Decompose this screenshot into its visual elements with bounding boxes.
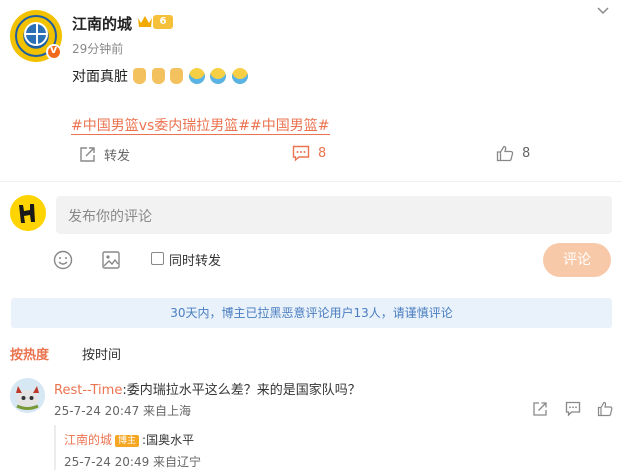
thumbs-up-emoji-icon bbox=[151, 68, 165, 84]
emoji-icon[interactable] bbox=[53, 250, 73, 270]
verified-badge-icon bbox=[46, 43, 62, 60]
image-icon[interactable] bbox=[101, 250, 121, 270]
my-avatar[interactable] bbox=[10, 195, 46, 231]
repost-checkbox-label[interactable]: 同时转发 bbox=[169, 250, 221, 269]
chevron-down-icon[interactable] bbox=[596, 4, 610, 18]
thumbs-up-emoji-icon bbox=[133, 68, 147, 84]
doge-emoji-icon bbox=[231, 68, 248, 84]
commenter-avatar[interactable] bbox=[10, 378, 45, 413]
comment-input[interactable]: 发布你的评论 bbox=[56, 196, 612, 234]
thumbs-up-emoji-icon bbox=[170, 68, 184, 84]
reply-icon[interactable] bbox=[565, 401, 581, 417]
post-body: 对面真脏 bbox=[72, 69, 128, 85]
comment-button[interactable]: 8 bbox=[292, 145, 326, 162]
comment-text: :委内瑞拉水平这么差？来的是国家队吗？ bbox=[122, 383, 361, 398]
author-badge: 博主 bbox=[115, 435, 140, 447]
share-label: 转发 bbox=[104, 149, 131, 164]
comment-icon bbox=[292, 145, 310, 162]
post-time[interactable]: 29分钟前 bbox=[72, 40, 123, 57]
divider bbox=[0, 181, 622, 182]
hashtags: #中国男篮vs委内瑞拉男篮##中国男篮# bbox=[71, 115, 330, 135]
sort-by-time-tab[interactable]: 按时间 bbox=[82, 344, 121, 363]
reply-text: :国奥水平 bbox=[142, 433, 195, 447]
reply-meta: 25-7-24 20:49 来自辽宁 bbox=[64, 455, 202, 469]
vip-level-badge: 6 bbox=[153, 15, 173, 29]
like-button[interactable]: 8 bbox=[496, 145, 530, 162]
doge-emoji-icon bbox=[210, 68, 227, 84]
post-text: 对面真脏 bbox=[72, 66, 248, 86]
thumbs-up-icon[interactable] bbox=[597, 401, 613, 417]
reply-author[interactable]: 江南的城 bbox=[64, 433, 112, 447]
sort-by-hot-tab[interactable]: 按热度 bbox=[10, 344, 49, 363]
comment-count: 8 bbox=[318, 146, 327, 161]
crown-icon bbox=[138, 16, 152, 27]
hashtag-link[interactable]: #中国男篮vs委内瑞拉男篮# bbox=[71, 118, 251, 135]
comment-meta: 25-7-24 20:47 来自上海 bbox=[54, 404, 192, 418]
repost-checkbox[interactable] bbox=[151, 252, 164, 265]
comment-body: Rest--Time:委内瑞拉水平这么差？来的是国家队吗？ bbox=[54, 379, 361, 398]
share-button[interactable]: 转发 bbox=[79, 145, 130, 164]
share-icon bbox=[80, 147, 95, 162]
reply-thread-line bbox=[54, 425, 56, 470]
commenter-name[interactable]: Rest--Time bbox=[54, 383, 122, 398]
poster-username[interactable]: 江南的城 bbox=[72, 13, 132, 34]
like-count: 8 bbox=[522, 146, 531, 161]
moderation-notice: 30天内，博主已拉黑恶意评论用户13人，请谨慎评论 bbox=[11, 298, 612, 328]
share-icon[interactable] bbox=[532, 401, 548, 417]
reply-body: 江南的城 博主:国奥水平 bbox=[64, 431, 194, 448]
doge-emoji-icon bbox=[188, 68, 205, 84]
thumbs-up-icon bbox=[496, 145, 514, 162]
submit-comment-button[interactable]: 评论 bbox=[543, 243, 611, 277]
hashtag-link[interactable]: #中国男篮# bbox=[250, 118, 330, 135]
